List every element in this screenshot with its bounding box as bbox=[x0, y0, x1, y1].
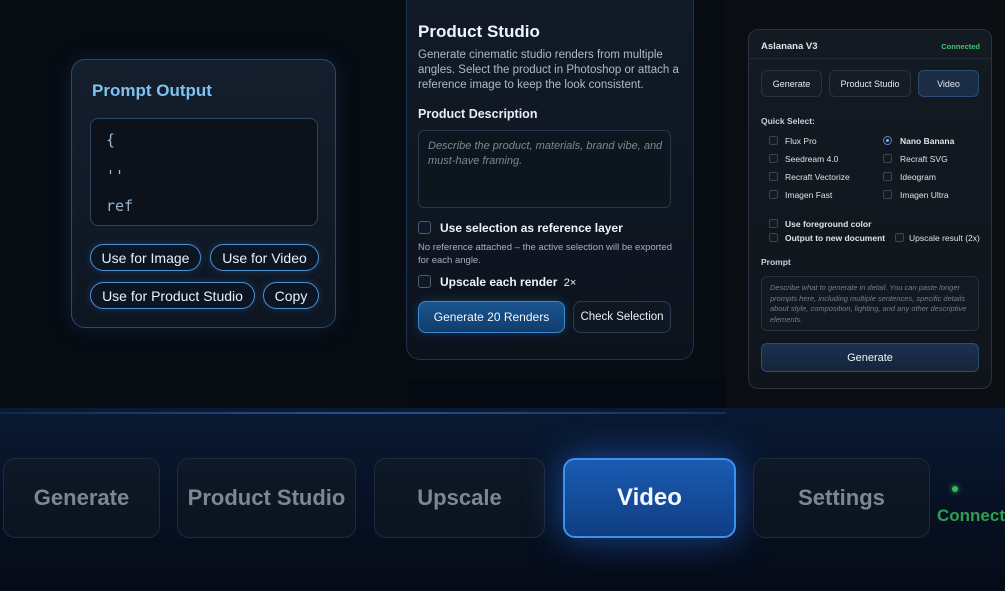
upscale-label-text: Upscale each render bbox=[440, 275, 558, 289]
reference-note: No reference attached – the active selec… bbox=[418, 242, 673, 266]
model-label: Recraft Vectorize bbox=[785, 172, 850, 182]
upscale-each-render-checkbox[interactable] bbox=[418, 275, 431, 288]
tab-video[interactable]: Video bbox=[918, 70, 979, 97]
new-document-label: Output to new document bbox=[785, 233, 886, 243]
use-selection-checkbox[interactable] bbox=[418, 221, 431, 234]
model-label: Recraft SVG bbox=[900, 154, 948, 164]
generate-renders-button[interactable]: Generate 20 Renders bbox=[418, 301, 565, 333]
tab-product-studio[interactable]: Product Studio bbox=[829, 70, 911, 97]
foreground-color-label: Use foreground color bbox=[785, 219, 872, 229]
product-description-label: Product Description bbox=[418, 107, 538, 121]
upscale-result-label: Upscale result (2x) bbox=[909, 233, 980, 243]
use-for-image-button[interactable]: Use for Image bbox=[90, 244, 201, 271]
prompt-output-title: Prompt Output bbox=[92, 81, 212, 100]
new-document-checkbox[interactable] bbox=[769, 233, 778, 242]
aslanana-panel: Aslanana V3 Connected Generate Product S… bbox=[748, 29, 992, 389]
tab-generate[interactable]: Generate bbox=[761, 70, 822, 97]
connection-status-label: Connect bbox=[937, 506, 1005, 525]
model-checkbox-imagen-ultra[interactable] bbox=[883, 190, 892, 199]
model-label: Flux Pro bbox=[785, 136, 817, 146]
prompt-input[interactable]: Describe what to generate in detail. You… bbox=[761, 276, 979, 331]
bottom-tab-upscale[interactable]: Upscale bbox=[374, 458, 545, 538]
model-checkbox-ideogram[interactable] bbox=[883, 172, 892, 181]
model-label: Ideogram bbox=[900, 172, 936, 182]
panel-title: Aslanana V3 bbox=[761, 41, 818, 52]
code-line: { bbox=[106, 131, 116, 149]
model-label: Imagen Fast bbox=[785, 190, 833, 200]
header-divider bbox=[749, 58, 991, 59]
use-for-video-button[interactable]: Use for Video bbox=[210, 244, 319, 271]
connection-status: Connected bbox=[941, 42, 980, 51]
foreground-color-checkbox[interactable] bbox=[769, 219, 778, 228]
bottom-tab-settings[interactable]: Settings bbox=[753, 458, 930, 538]
upscale-factor: 2× bbox=[563, 277, 577, 289]
model-checkbox-flux-pro[interactable] bbox=[769, 136, 778, 145]
product-studio-card: Product Studio Generate cinematic studio… bbox=[406, 0, 694, 360]
bar-glow-line bbox=[0, 412, 726, 414]
use-selection-label: Use selection as reference layer bbox=[440, 221, 623, 235]
model-checkbox-recraft-vectorize[interactable] bbox=[769, 172, 778, 181]
check-selection-button[interactable]: Check Selection bbox=[573, 301, 671, 333]
product-studio-title: Product Studio bbox=[418, 22, 540, 41]
quick-select-label: Quick Select: bbox=[761, 116, 815, 126]
product-studio-description: Generate cinematic studio renders from m… bbox=[418, 49, 679, 91]
bottom-tab-video[interactable]: Video bbox=[563, 458, 736, 538]
product-description-input[interactable]: Describe the product, materials, brand v… bbox=[418, 130, 671, 208]
model-checkbox-recraft-svg[interactable] bbox=[883, 154, 892, 163]
product-description-placeholder: Describe the product, materials, brand v… bbox=[428, 140, 663, 167]
model-checkbox-imagen-fast[interactable] bbox=[769, 190, 778, 199]
copy-button[interactable]: Copy bbox=[263, 282, 319, 309]
status-dot-icon bbox=[952, 486, 958, 492]
prompt-output-code[interactable]: { '' ref bbox=[90, 118, 318, 226]
model-label: Seedream 4.0 bbox=[785, 154, 839, 164]
prompt-label: Prompt bbox=[761, 257, 791, 267]
upscale-each-render-label: Upscale each render 2× bbox=[440, 275, 576, 289]
bottom-tab-generate[interactable]: Generate bbox=[3, 458, 160, 538]
model-radio-nano-banana[interactable] bbox=[883, 136, 892, 145]
model-checkbox-seedream[interactable] bbox=[769, 154, 778, 163]
generate-button[interactable]: Generate bbox=[761, 343, 979, 372]
upscale-result-checkbox[interactable] bbox=[895, 233, 904, 242]
bottom-tab-product-studio[interactable]: Product Studio bbox=[177, 458, 356, 538]
prompt-placeholder: Describe what to generate in detail. You… bbox=[770, 283, 967, 324]
prompt-output-card: Prompt Output { '' ref Use for Image Use… bbox=[71, 59, 336, 328]
model-label: Imagen Ultra bbox=[900, 190, 949, 200]
code-line: '' bbox=[106, 167, 125, 185]
code-line: ref bbox=[106, 197, 134, 215]
model-label: Nano Banana bbox=[900, 136, 955, 146]
use-for-product-studio-button[interactable]: Use for Product Studio bbox=[90, 282, 255, 309]
